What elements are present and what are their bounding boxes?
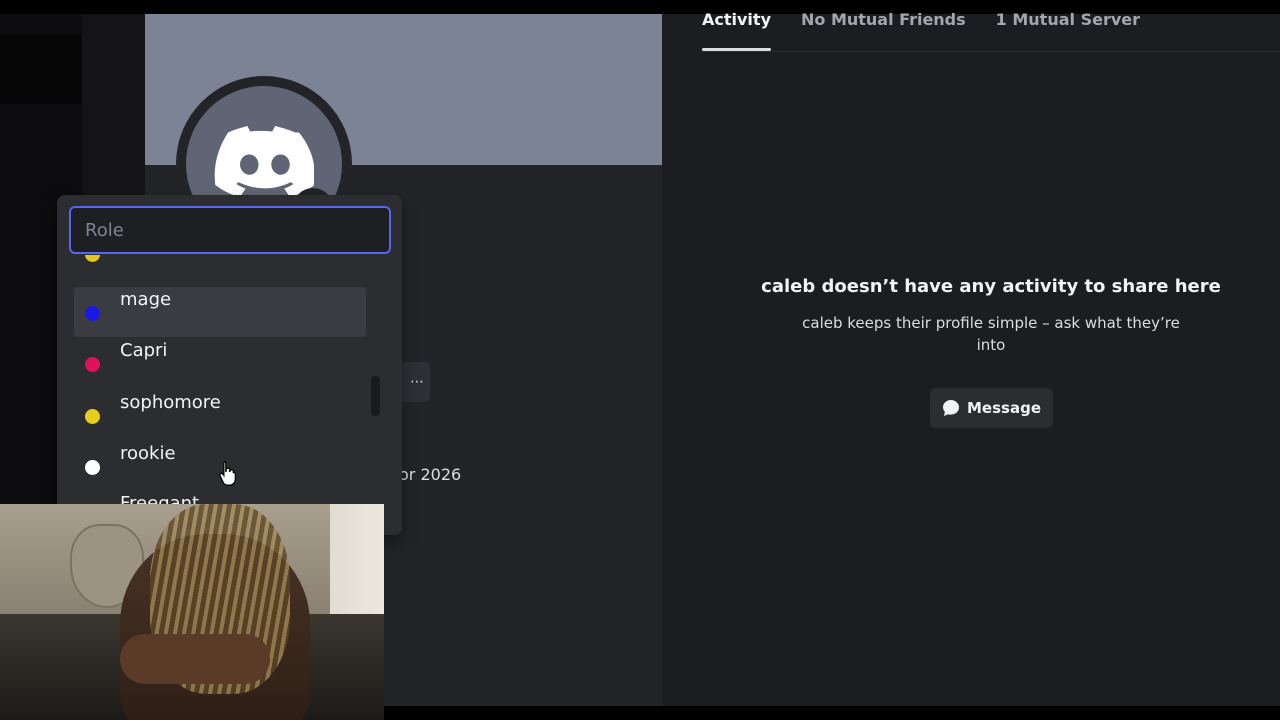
role-label: mage xyxy=(120,289,172,310)
role-color-dot xyxy=(85,357,100,372)
message-button[interactable]: Message xyxy=(930,388,1053,428)
activity-empty-subtitle: caleb keeps their profile simple – ask w… xyxy=(802,314,1180,354)
member-since-date: or 2026 xyxy=(399,465,462,484)
hand-pointer-icon xyxy=(219,460,236,486)
activity-panel: Activity No Mutual Friends 1 Mutual Serv… xyxy=(662,0,1280,706)
role-list-scrollbar[interactable] xyxy=(371,376,380,416)
role-item-sophomore[interactable]: sophomore xyxy=(74,390,366,440)
role-label: sophomore xyxy=(120,392,221,413)
discord-logo-icon xyxy=(214,126,314,197)
role-item[interactable] xyxy=(74,255,366,278)
server-list-shade xyxy=(0,34,82,104)
role-color-dot xyxy=(85,460,100,475)
tab-mutual-friends[interactable]: No Mutual Friends xyxy=(801,10,966,52)
role-color-dot xyxy=(85,306,100,321)
role-label: rookie xyxy=(120,443,176,464)
role-color-dot xyxy=(85,409,100,424)
webcam-hand xyxy=(120,634,270,684)
role-label: Capri xyxy=(120,340,168,361)
tab-divider xyxy=(702,51,1280,52)
role-search-input[interactable] xyxy=(69,206,391,254)
profile-tabs: Activity No Mutual Friends 1 Mutual Serv… xyxy=(702,10,1140,52)
role-item-mage[interactable]: mage xyxy=(74,287,366,337)
tab-mutual-servers[interactable]: 1 Mutual Server xyxy=(996,10,1140,52)
webcam-overlay xyxy=(0,504,384,720)
ellipsis-icon: ⋯ xyxy=(410,374,424,390)
tab-activity[interactable]: Activity xyxy=(702,10,771,52)
role-item-capri[interactable]: Capri xyxy=(74,338,366,388)
message-button-label: Message xyxy=(967,399,1041,417)
chat-bubble-icon xyxy=(943,400,959,416)
activity-empty-title: caleb doesn’t have any activity to share… xyxy=(761,276,1221,297)
role-list: mage Capri sophomore rookie Freegant xyxy=(57,255,402,535)
role-color-dot xyxy=(85,255,100,262)
more-options-button[interactable]: ⋯ xyxy=(400,362,430,402)
